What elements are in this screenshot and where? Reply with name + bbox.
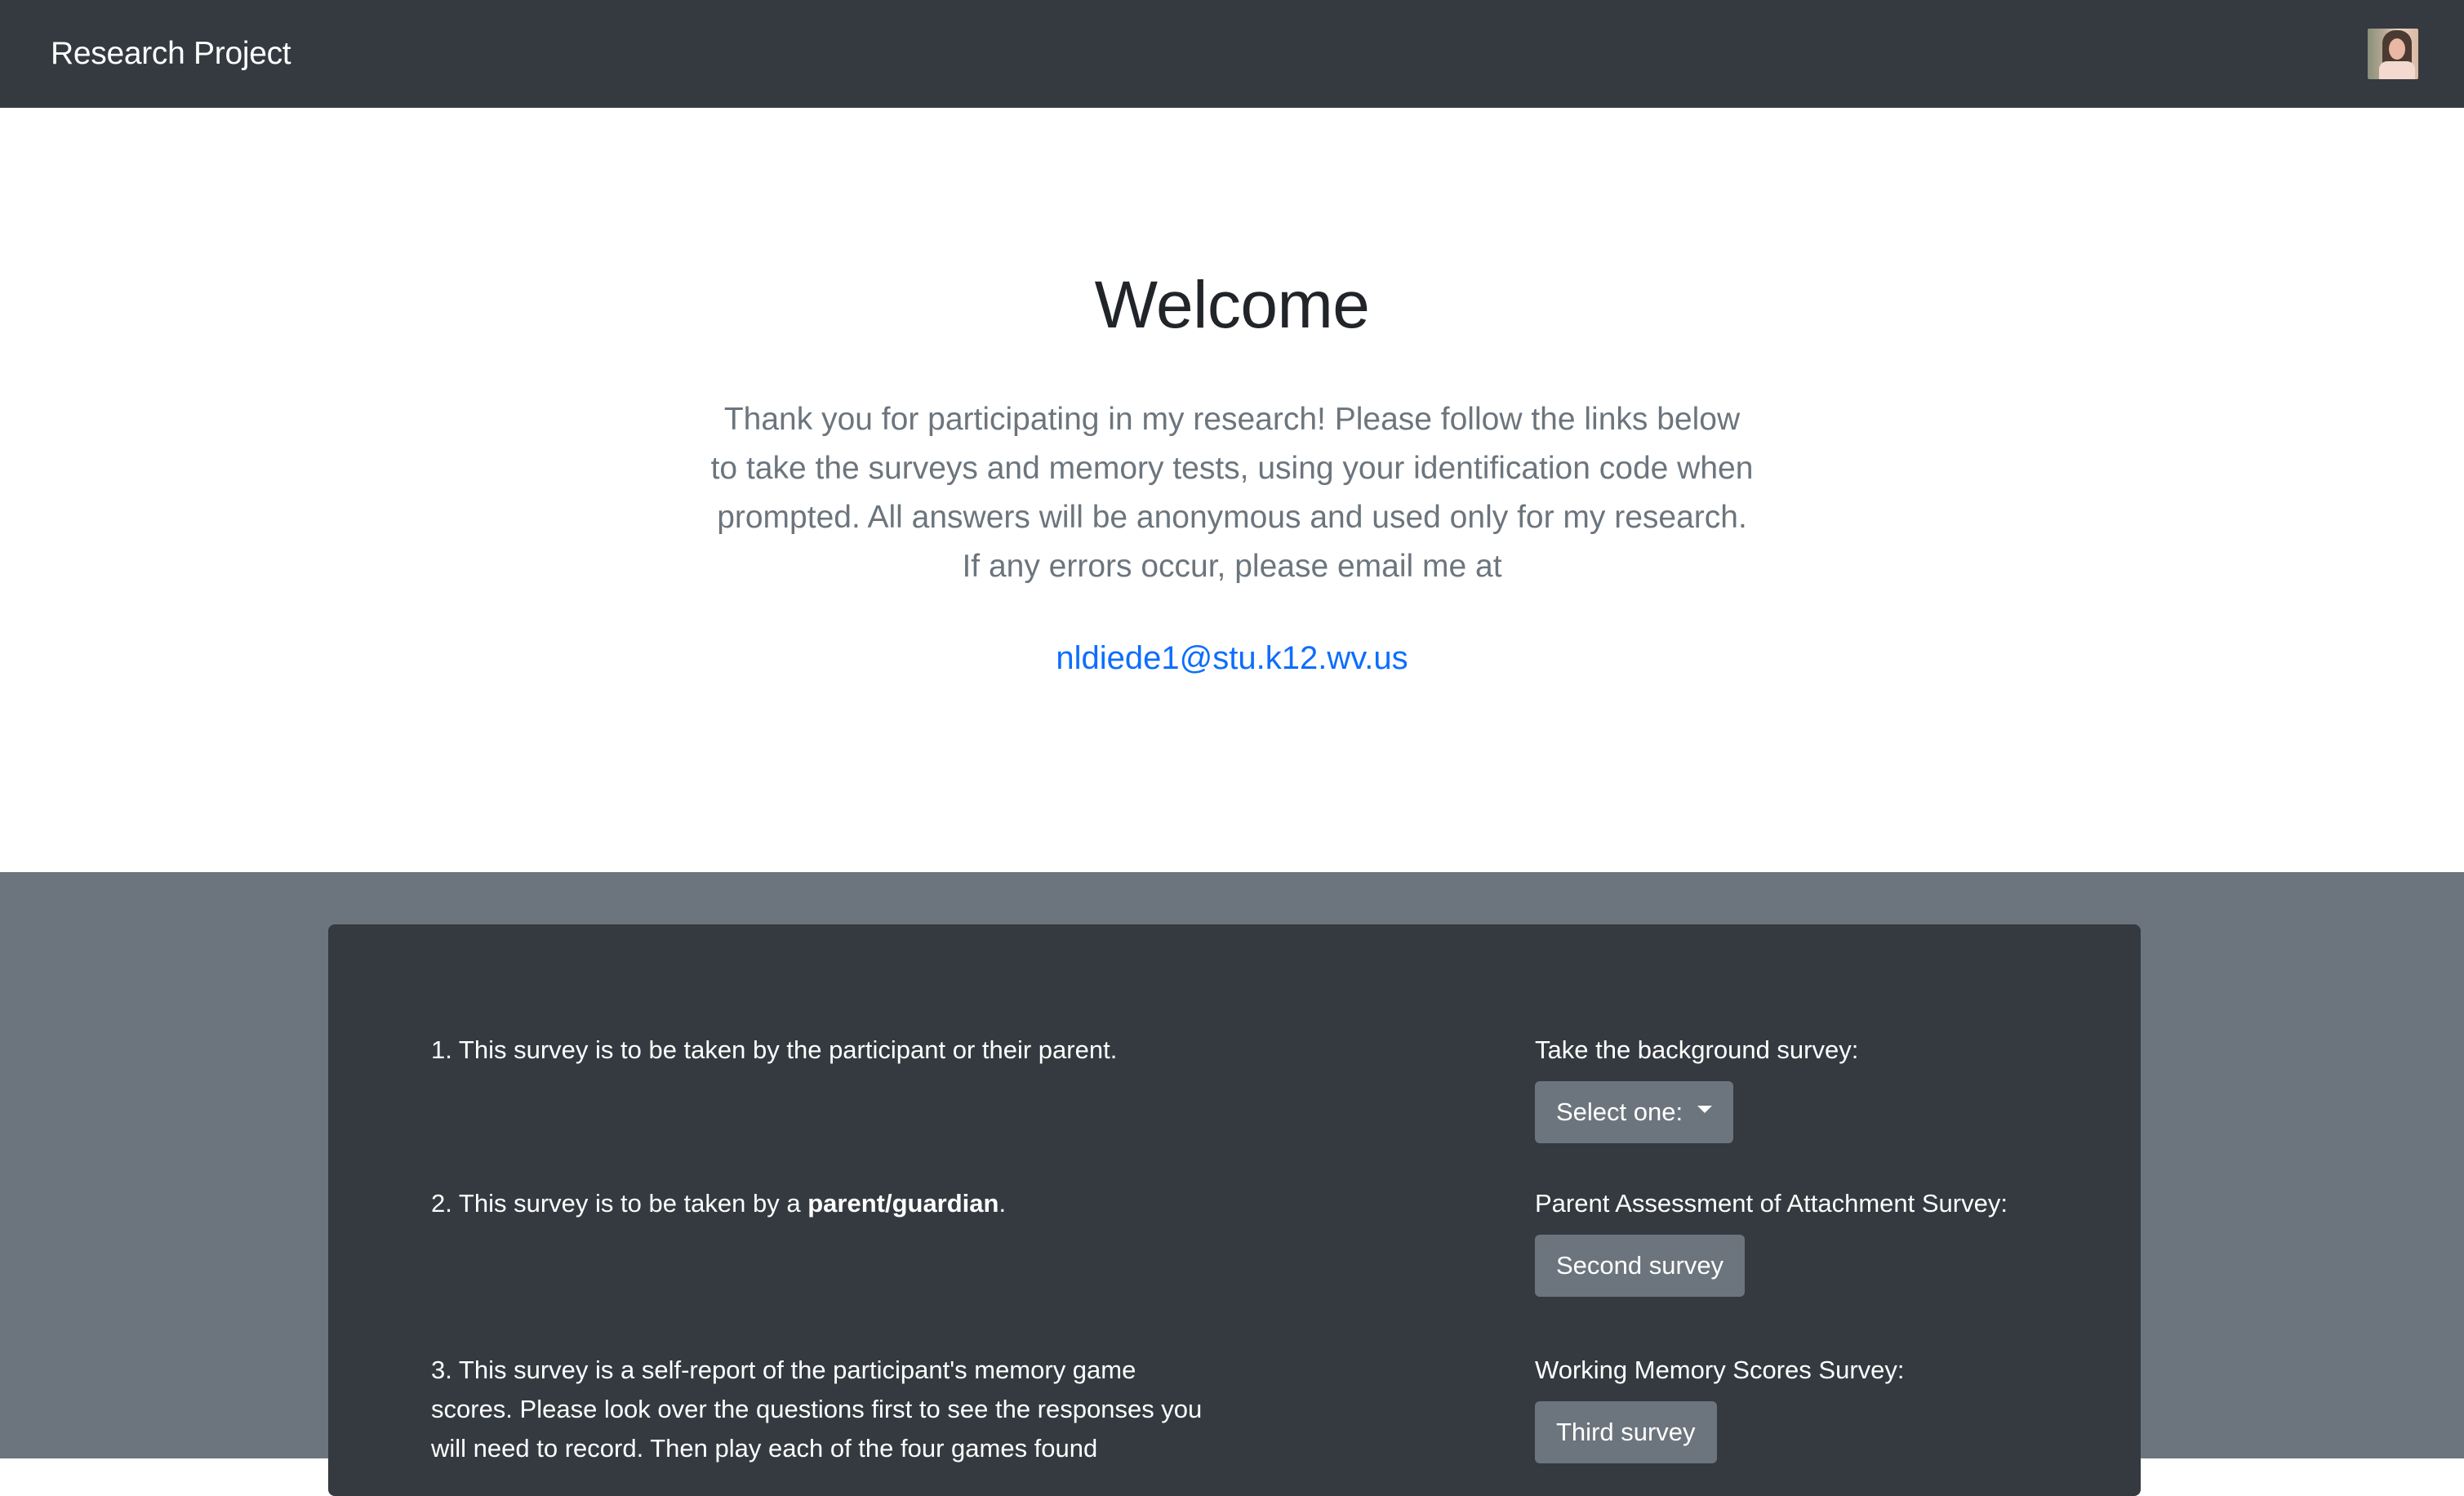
survey-1-label: Take the background survey:	[1535, 1035, 1859, 1064]
dropdown-label: Select one:	[1556, 1098, 1683, 1126]
survey-2-description-prefix: 2. This survey is to be taken by a	[431, 1189, 808, 1218]
second-survey-button[interactable]: Second survey	[1535, 1235, 1746, 1297]
survey-2-description-suffix: .	[998, 1189, 1007, 1218]
background-survey-dropdown[interactable]: Select one:	[1535, 1081, 1734, 1143]
survey-3-label: Working Memory Scores Survey:	[1535, 1356, 1905, 1384]
survey-2-label: Parent Assessment of Attachment Survey:	[1535, 1189, 2008, 1218]
hero-section: Welcome Thank you for participating in m…	[0, 108, 2464, 872]
survey-3-description: 3. This survey is a self-report of the p…	[431, 1356, 1203, 1463]
avatar[interactable]	[2368, 29, 2418, 79]
intro-text: Thank you for participating in my resear…	[710, 402, 1754, 584]
survey-1-description: 1. This survey is to be taken by the par…	[431, 1035, 1118, 1064]
page-title: Welcome	[1094, 268, 1370, 342]
survey-section: 1. This survey is to be taken by the par…	[0, 872, 2464, 1496]
caret-down-icon	[1697, 1105, 1713, 1113]
navbar: Research Project	[0, 0, 2464, 108]
third-survey-button[interactable]: Third survey	[1535, 1401, 1717, 1463]
brand-title[interactable]: Research Project	[51, 36, 291, 72]
survey-2-description: 2. This survey is to be taken by a paren…	[431, 1184, 1215, 1223]
email-link[interactable]: nldiede1@stu.k12.wv.us	[0, 640, 2464, 677]
survey-2-description-bold: parent/guardian	[807, 1189, 999, 1218]
survey-card: 1. This survey is to be taken by the par…	[328, 924, 2141, 1496]
